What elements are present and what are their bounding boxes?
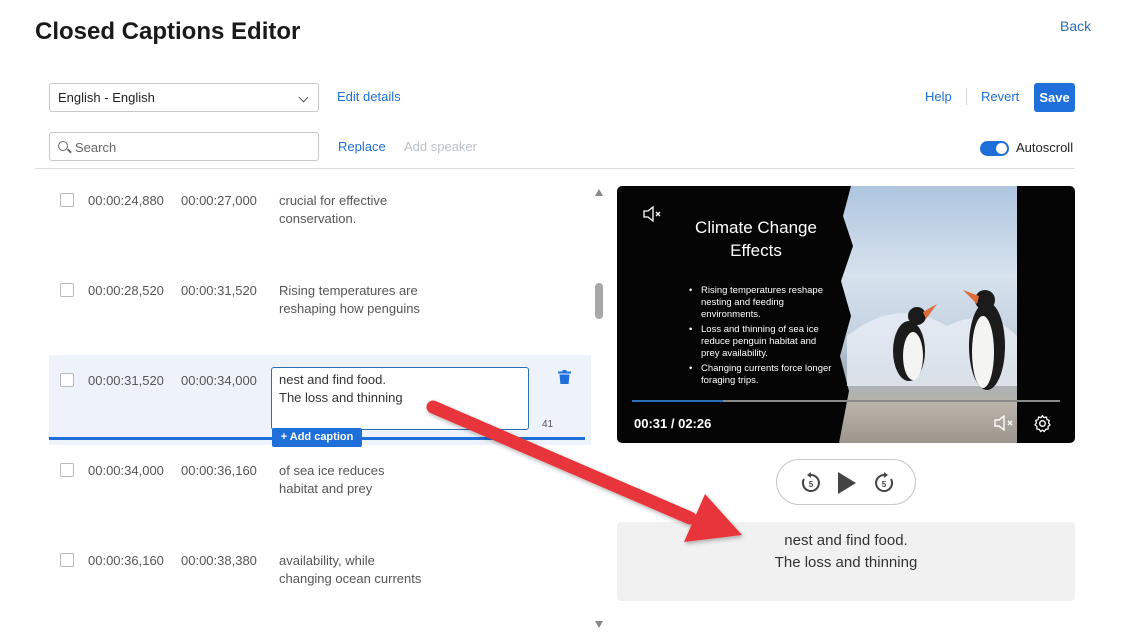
caption-edit-line: nest and find food.: [279, 372, 386, 387]
caption-text-line: availability, while: [279, 553, 375, 568]
caption-end-time[interactable]: 00:00:38,380: [181, 553, 257, 568]
caption-preview-line: The loss and thinning: [774, 554, 918, 571]
caption-preview: nest and find food. The loss and thinnin…: [617, 522, 1075, 601]
playback-time: 00:31 / 02:26: [634, 416, 712, 431]
language-select-value: English - English: [58, 90, 155, 105]
mute-icon[interactable]: [643, 206, 663, 222]
caption-end-time[interactable]: 00:00:27,000: [181, 193, 257, 208]
header-divider: [35, 168, 1075, 169]
caption-list: 00:00:24,880 00:00:27,000 crucial for ef…: [49, 175, 591, 635]
caption-text-line: Rising temperatures are: [279, 283, 418, 298]
revert-link[interactable]: Revert: [981, 89, 1019, 104]
caption-text-line: habitat and prey: [279, 481, 373, 496]
svg-text:5: 5: [809, 480, 814, 489]
page-title: Closed Captions Editor: [35, 18, 301, 45]
slide-bullets: Rising temperatures reshape nesting and …: [689, 285, 837, 390]
add-caption-button[interactable]: + Add caption: [272, 428, 362, 447]
progress-fill: [632, 400, 723, 402]
caption-start-time[interactable]: 00:00:31,520: [88, 373, 164, 388]
svg-text:5: 5: [882, 480, 887, 489]
caption-edit-textarea[interactable]: nest and find food. The loss and thinnin…: [271, 367, 529, 430]
replace-link[interactable]: Replace: [338, 139, 386, 154]
caption-row[interactable]: 00:00:24,880 00:00:27,000 crucial for ef…: [49, 175, 591, 265]
caption-text-line: changing ocean currents: [279, 571, 422, 586]
autoscroll-label: Autoscroll: [1016, 140, 1074, 155]
scrollbar-up-arrow[interactable]: [595, 189, 603, 196]
slide-bullet: Changing currents force longer foraging …: [689, 363, 837, 387]
caption-row[interactable]: 00:00:28,520 00:00:31,520 Rising tempera…: [49, 265, 591, 355]
caption-text[interactable]: of sea ice reduces habitat and prey: [279, 462, 509, 498]
caption-start-time[interactable]: 00:00:34,000: [88, 463, 164, 478]
play-icon[interactable]: [834, 471, 858, 495]
caption-end-time[interactable]: 00:00:36,160: [181, 463, 257, 478]
caption-text-line: of sea ice reduces: [279, 463, 385, 478]
scrollbar-down-arrow[interactable]: [595, 621, 603, 628]
video-player[interactable]: Climate Change Effects Rising temperatur…: [617, 186, 1075, 443]
slide-title: Climate Change Effects: [681, 216, 831, 262]
rewind-5-icon[interactable]: 5: [799, 471, 823, 495]
caption-start-time[interactable]: 00:00:24,880: [88, 193, 164, 208]
mute-icon[interactable]: [993, 415, 1017, 431]
back-link[interactable]: Back: [1060, 18, 1091, 34]
save-button[interactable]: Save: [1034, 83, 1075, 112]
character-count: 41: [542, 419, 554, 430]
search-input[interactable]: [75, 138, 310, 156]
caption-checkbox[interactable]: [60, 193, 74, 207]
caption-checkbox[interactable]: [60, 373, 74, 387]
penguin-illustration: [837, 186, 1017, 443]
playback-controls: 5 5: [776, 459, 916, 505]
forward-5-icon[interactable]: 5: [872, 471, 896, 495]
language-select[interactable]: English - English: [49, 83, 319, 112]
search-field[interactable]: [49, 132, 319, 161]
add-speaker-link: Add speaker: [404, 139, 477, 154]
caption-checkbox[interactable]: [60, 283, 74, 297]
penguin-photo: [837, 186, 1017, 443]
caption-row[interactable]: 00:00:36,160 00:00:38,380 availability, …: [49, 535, 591, 625]
gear-icon[interactable]: [1033, 414, 1052, 433]
caption-edit-line: The loss and thinning: [279, 390, 403, 405]
caption-end-time[interactable]: 00:00:31,520: [181, 283, 257, 298]
caption-text[interactable]: crucial for effective conservation.: [279, 192, 509, 228]
caption-checkbox[interactable]: [60, 553, 74, 567]
edit-details-link[interactable]: Edit details: [337, 89, 401, 104]
search-icon: [58, 141, 68, 151]
caption-text-line: conservation.: [279, 211, 357, 226]
caption-row[interactable]: 00:00:34,000 00:00:36,160 of sea ice red…: [49, 445, 591, 535]
scrollbar-thumb[interactable]: [595, 283, 603, 319]
slide-bullet: Rising temperatures reshape nesting and …: [689, 285, 837, 321]
autoscroll-toggle-knob: [996, 143, 1007, 154]
caption-start-time[interactable]: 00:00:28,520: [88, 283, 164, 298]
slide-bullet: Loss and thinning of sea ice reduce peng…: [689, 324, 837, 360]
help-link[interactable]: Help: [925, 89, 952, 104]
autoscroll-toggle[interactable]: [980, 141, 1009, 156]
caption-checkbox[interactable]: [60, 463, 74, 477]
toolbar-divider: [966, 88, 967, 105]
caption-preview-line: nest and find food.: [784, 532, 908, 549]
caption-text[interactable]: availability, while changing ocean curre…: [279, 552, 509, 588]
caption-text-line: reshaping how penguins: [279, 301, 420, 316]
trash-icon[interactable]: [558, 370, 571, 384]
caption-text[interactable]: Rising temperatures are reshaping how pe…: [279, 282, 509, 318]
caption-text-line: crucial for effective: [279, 193, 388, 208]
chevron-down-icon: [298, 92, 309, 103]
caption-start-time[interactable]: 00:00:36,160: [88, 553, 164, 568]
slide-title-line: Climate Change: [695, 218, 817, 237]
caption-end-time[interactable]: 00:00:34,000: [181, 373, 257, 388]
slide-title-line: Effects: [730, 241, 782, 260]
